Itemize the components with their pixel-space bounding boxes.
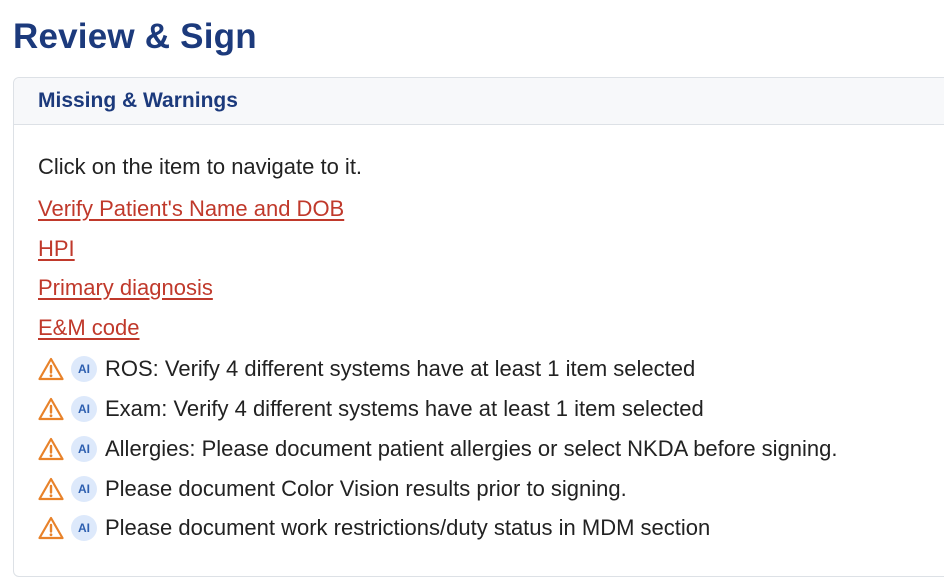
- warning-triangle-icon: [38, 357, 64, 381]
- ai-badge-icon: AI: [71, 476, 97, 502]
- warning-text: Please document work restrictions/duty s…: [105, 515, 711, 540]
- warning-triangle-icon: [38, 437, 64, 461]
- warning-text: Please document Color Vision results pri…: [105, 476, 627, 501]
- missing-item-primary-diagnosis[interactable]: Primary diagnosis: [38, 275, 213, 301]
- warning-item-work-restrictions[interactable]: AI Please document work restrictions/dut…: [38, 514, 710, 542]
- warning-item-ros[interactable]: AI ROS: Verify 4 different systems have …: [38, 355, 695, 383]
- warning-text: Exam: Verify 4 different systems have at…: [105, 396, 704, 421]
- ai-badge-icon: AI: [71, 515, 97, 541]
- missing-warnings-panel: Missing & Warnings Click on the item to …: [13, 77, 944, 577]
- page-title: Review & Sign: [13, 17, 257, 56]
- panel-header: Missing & Warnings: [14, 78, 944, 125]
- warning-triangle-icon: [38, 477, 64, 501]
- warning-text: Allergies: Please document patient aller…: [105, 436, 838, 461]
- ai-badge-icon: AI: [71, 396, 97, 422]
- missing-item-em-code[interactable]: E&M code: [38, 315, 140, 341]
- missing-item-hpi[interactable]: HPI: [38, 236, 75, 262]
- warning-item-exam[interactable]: AI Exam: Verify 4 different systems have…: [38, 395, 704, 423]
- ai-badge-icon: AI: [71, 436, 97, 462]
- warning-item-allergies[interactable]: AI Allergies: Please document patient al…: [38, 435, 838, 463]
- missing-item-patient-name-dob[interactable]: Verify Patient's Name and DOB: [38, 196, 344, 222]
- warning-item-color-vision[interactable]: AI Please document Color Vision results …: [38, 475, 627, 503]
- warning-triangle-icon: [38, 516, 64, 540]
- panel-title: Missing & Warnings: [38, 89, 238, 112]
- warning-text: ROS: Verify 4 different systems have at …: [105, 356, 696, 381]
- instruction-text: Click on the item to navigate to it.: [38, 154, 363, 179]
- warning-triangle-icon: [38, 397, 64, 421]
- ai-badge-icon: AI: [71, 356, 97, 382]
